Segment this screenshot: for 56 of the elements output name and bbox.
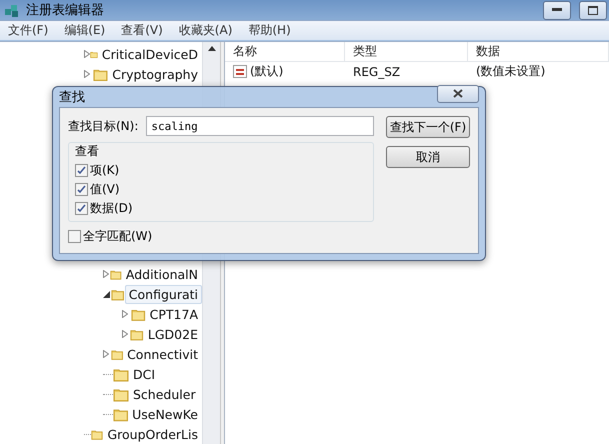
tree-item[interactable]: CriticalDeviceD	[98, 44, 202, 64]
window-title: 注册表编辑器	[26, 2, 105, 20]
checkbox-box[interactable]	[75, 183, 88, 196]
expand-arrow-icon[interactable]	[84, 50, 90, 58]
maximize-icon	[588, 6, 598, 15]
registry-cubes-icon	[4, 2, 20, 18]
expand-arrow-icon[interactable]	[122, 310, 128, 318]
checkbox-box[interactable]	[75, 202, 88, 215]
tree-item[interactable]: Connectivit	[123, 344, 202, 364]
tree-item[interactable]: Configurati	[124, 284, 202, 304]
checkbox[interactable]: 项(K)	[75, 162, 367, 179]
tree-item[interactable]: UseNewKe	[128, 404, 202, 424]
expand-arrow-icon[interactable]	[122, 330, 128, 338]
checkbox-box[interactable]	[68, 230, 81, 243]
expand-arrow-icon[interactable]	[103, 270, 109, 278]
group-title: 查看	[75, 143, 100, 160]
menu-item[interactable]: 收藏夹(A)	[170, 22, 240, 40]
tree-item[interactable]: LGD02E	[144, 324, 202, 344]
scroll-up-icon[interactable]	[208, 46, 216, 51]
table-cell-text: REG_SZ	[352, 64, 402, 78]
close-icon	[453, 89, 463, 98]
tree-item[interactable]: GroupOrderLis	[103, 424, 202, 444]
string-value-icon	[233, 65, 247, 78]
folder-icon	[112, 406, 128, 422]
tree-item[interactable]: Scheduler	[129, 384, 200, 404]
column-header[interactable]: 类型	[345, 42, 468, 61]
menu-item[interactable]: 帮助(H)	[240, 22, 299, 40]
menu-item[interactable]: 文件(F)	[0, 22, 56, 40]
expand-arrow-icon[interactable]	[103, 350, 109, 358]
menu-item[interactable]: 编辑(E)	[56, 22, 114, 40]
dialog-title: 查找	[59, 89, 85, 106]
tree-item[interactable]: CPT17A	[146, 304, 202, 324]
checkbox[interactable]: 数据(D)	[75, 200, 367, 217]
checkbox-box[interactable]	[75, 164, 88, 177]
minimize-button[interactable]	[543, 0, 571, 20]
checkbox[interactable]: 值(V)	[75, 181, 367, 198]
column-header[interactable]: 名称	[225, 42, 345, 61]
collapse-arrow-icon[interactable]	[103, 290, 110, 298]
table-cell: (默认)	[250, 63, 284, 80]
close-button[interactable]	[437, 85, 479, 103]
tree-item[interactable]: DCI	[129, 364, 160, 384]
checkbox[interactable]: 全字匹配(W)	[68, 228, 374, 245]
tree-item[interactable]: Cryptography	[108, 64, 202, 84]
maximize-button[interactable]	[579, 0, 607, 20]
cancel-button[interactable]: 取消	[386, 146, 470, 168]
folder-icon	[113, 366, 129, 382]
expand-arrow-icon[interactable]	[84, 70, 90, 78]
folder-icon	[113, 386, 129, 402]
find-label: 查找目标(N):	[68, 118, 138, 134]
find-input-field[interactable]: scaling	[146, 116, 374, 136]
find-next-button[interactable]: 查找下一个(F)	[386, 116, 470, 138]
tree-item[interactable]: AdditionalN	[122, 264, 202, 284]
column-header[interactable]: 数据	[468, 42, 609, 61]
menu-item[interactable]: 查看(V)	[113, 22, 171, 40]
minimize-icon	[552, 8, 562, 12]
table-cell-text: (数值未设置)	[475, 63, 546, 80]
